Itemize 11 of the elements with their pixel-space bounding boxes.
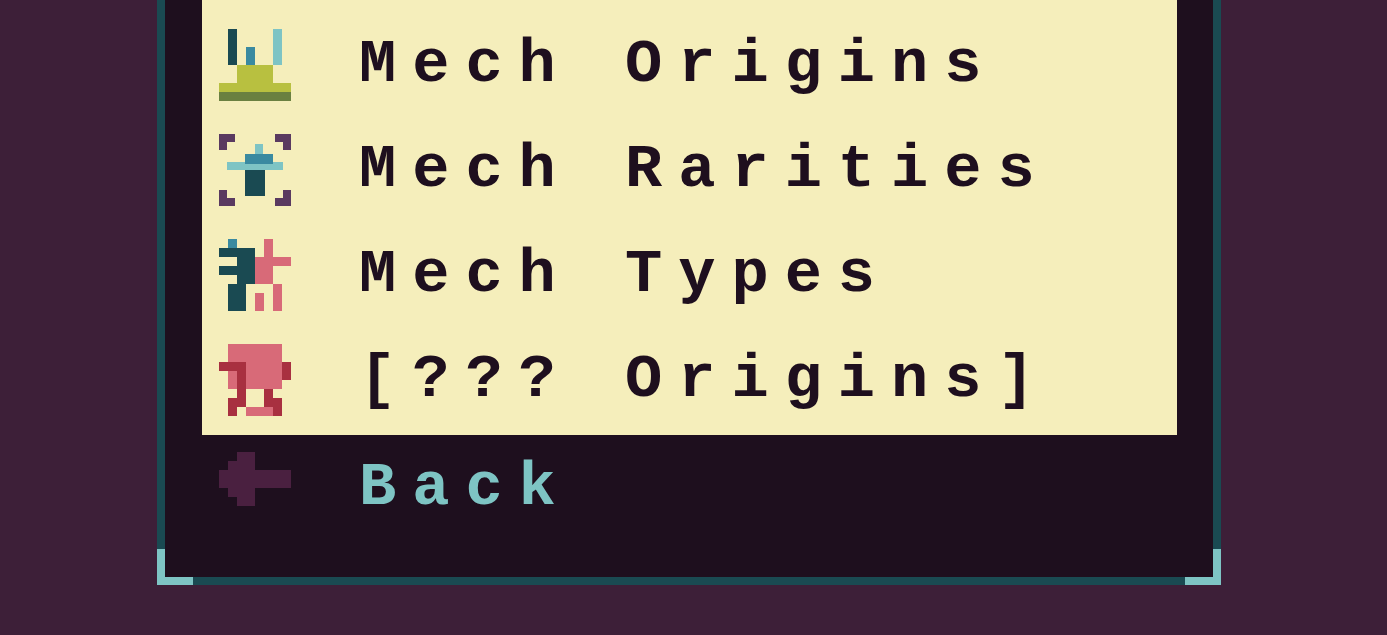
menu-item[interactable]: Mech Rarities bbox=[359, 138, 1051, 201]
creature-icon bbox=[219, 343, 291, 416]
plant-icon bbox=[219, 28, 291, 101]
target-icon bbox=[219, 133, 291, 206]
menu-item[interactable]: Mech Types bbox=[359, 243, 892, 306]
corner-bracket-icon bbox=[157, 549, 193, 585]
back-button[interactable]: Back bbox=[359, 456, 572, 519]
menu-item[interactable]: [??? Origins] bbox=[359, 348, 1051, 411]
corner-bracket-icon bbox=[1185, 549, 1221, 585]
figures-icon bbox=[219, 238, 291, 311]
menu-item[interactable]: Mech Origins bbox=[359, 33, 998, 96]
